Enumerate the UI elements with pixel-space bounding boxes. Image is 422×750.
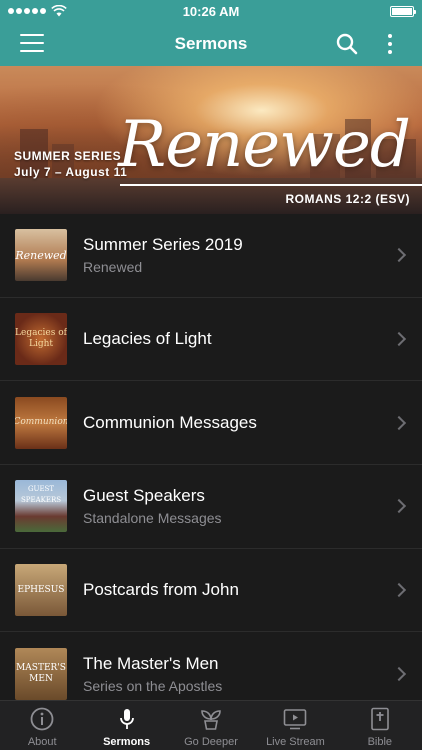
tab-bar: About Sermons Go Deeper Live Stream Bibl… bbox=[0, 700, 422, 750]
series-thumbnail: Legacies of Light bbox=[15, 313, 67, 366]
list-item-subtitle: Series on the Apostles bbox=[83, 677, 223, 694]
series-thumbnail: MASTER'S MEN bbox=[15, 647, 67, 700]
series-banner[interactable]: SUMMER SERIES July 7 – August 11 Renewed… bbox=[0, 66, 422, 214]
chevron-right-icon bbox=[391, 248, 407, 263]
list-item-text: Postcards from John bbox=[83, 580, 239, 600]
list-item[interactable]: Renewed Summer Series 2019 Renewed bbox=[0, 214, 422, 298]
list-item-subtitle: Renewed bbox=[83, 259, 143, 276]
banner-subtitle: SUMMER SERIES July 7 – August 11 bbox=[14, 148, 127, 180]
info-icon bbox=[30, 707, 54, 731]
battery-icon bbox=[390, 5, 416, 17]
tab-bible[interactable]: Bible bbox=[338, 701, 422, 750]
tab-about[interactable]: About bbox=[0, 701, 84, 750]
list-item-text: The Master's Men Series on the Apostles bbox=[83, 654, 222, 694]
list-item[interactable]: Legacies of Light Legacies of Light bbox=[0, 298, 422, 382]
banner-reference: ROMANS 12:2 (ESV) bbox=[285, 192, 410, 206]
chevron-right-icon bbox=[391, 331, 407, 347]
list-item[interactable]: GUEST SPEAKERS Guest Speakers Standalone… bbox=[0, 465, 422, 549]
search-icon[interactable] bbox=[336, 33, 358, 55]
microphone-icon bbox=[119, 709, 134, 729]
list-item-title: The Master's Men bbox=[83, 653, 219, 673]
list-item-title: Guest Speakers bbox=[83, 486, 205, 506]
tab-sermons[interactable]: Sermons bbox=[84, 701, 168, 750]
list-item-subtitle: Standalone Messages bbox=[83, 510, 222, 527]
tab-label: Go Deeper bbox=[184, 736, 238, 748]
list-item-text: Legacies of Light bbox=[83, 329, 212, 349]
series-thumbnail: EPHESUS bbox=[15, 564, 67, 617]
list-item[interactable]: Communion Communion Messages bbox=[0, 381, 422, 466]
banner-series-label: SUMMER SERIES bbox=[14, 149, 122, 163]
banner-divider bbox=[120, 184, 422, 186]
app-header: Sermons bbox=[0, 22, 422, 66]
sermon-list: Renewed Summer Series 2019 Renewed Legac… bbox=[0, 214, 422, 717]
chevron-right-icon bbox=[391, 415, 407, 430]
tab-label: Sermons bbox=[103, 736, 151, 748]
list-item-title: Postcards from John bbox=[83, 580, 239, 600]
page-title: Sermons bbox=[174, 34, 248, 53]
chevron-right-icon bbox=[391, 666, 407, 681]
tab-live-stream[interactable]: Live Stream bbox=[253, 701, 337, 750]
status-left bbox=[8, 5, 67, 17]
list-item-text: Guest Speakers Standalone Messages bbox=[83, 486, 222, 526]
list-item-text: Summer Series 2019 Renewed bbox=[83, 235, 243, 275]
tab-go-deeper[interactable]: Go Deeper bbox=[169, 701, 253, 750]
chevron-right-icon bbox=[391, 499, 407, 514]
tab-label: Live Stream bbox=[266, 736, 325, 748]
series-thumbnail: GUEST SPEAKERS bbox=[15, 480, 67, 533]
list-item-text: Communion Messages bbox=[83, 413, 257, 433]
series-thumbnail: Communion bbox=[15, 396, 67, 449]
menu-icon[interactable] bbox=[20, 34, 44, 52]
more-options-icon[interactable] bbox=[380, 32, 400, 56]
list-item-title: Legacies of Light bbox=[83, 329, 212, 349]
bible-icon bbox=[371, 707, 389, 731]
tab-label: Bible bbox=[367, 736, 393, 748]
banner-title: Renewed bbox=[118, 108, 411, 182]
status-bar: 10:26 AM bbox=[0, 0, 422, 22]
signal-icon bbox=[8, 8, 46, 14]
banner-dates: July 7 – August 11 bbox=[14, 165, 128, 179]
list-item-title: Summer Series 2019 bbox=[83, 235, 243, 255]
sprout-icon bbox=[201, 710, 221, 730]
tab-label: About bbox=[27, 736, 57, 748]
chevron-right-icon bbox=[391, 583, 407, 598]
series-thumbnail: Renewed bbox=[15, 229, 67, 282]
list-item[interactable]: EPHESUS Postcards from John bbox=[0, 549, 422, 633]
list-item-title: Communion Messages bbox=[83, 412, 257, 432]
wifi-icon bbox=[51, 5, 67, 17]
play-screen-icon bbox=[284, 709, 307, 730]
